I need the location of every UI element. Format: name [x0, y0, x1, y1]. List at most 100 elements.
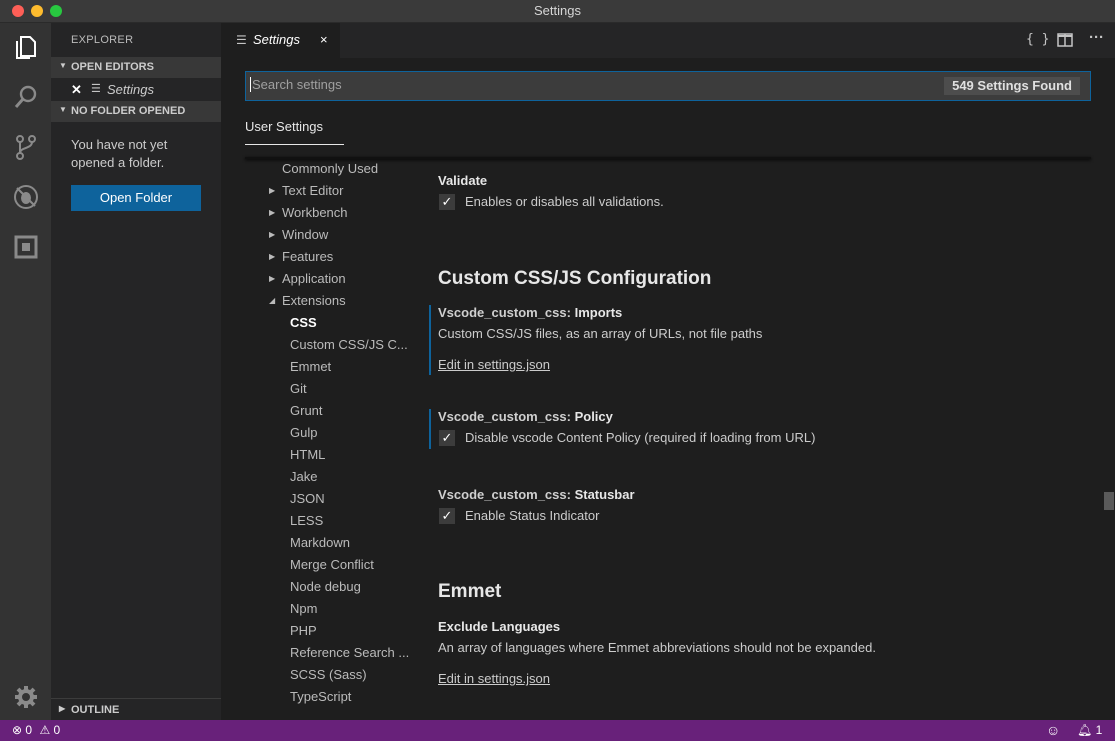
setting-policy-title: Vscode_custom_css: Policy: [438, 409, 613, 424]
open-settings-json-icon[interactable]: { }: [1026, 32, 1049, 47]
toc-features[interactable]: Features: [282, 249, 333, 264]
settings-file-icon: ☰: [91, 83, 101, 95]
edit-in-settings-json-link[interactable]: Edit in settings.json: [438, 357, 550, 372]
outline-section[interactable]: ▶ OUTLINE: [51, 698, 221, 721]
setting-policy-prefix: Vscode_custom_css:: [438, 409, 575, 424]
setting-statusbar-prefix: Vscode_custom_css:: [438, 487, 575, 502]
tab-close-icon[interactable]: ×: [320, 32, 328, 47]
scrollbar-thumb[interactable]: [1104, 492, 1114, 510]
status-bar: ⊗ 0 ⚠ 0 ☺ 🔔︎ 1: [0, 720, 1115, 741]
toc-ext-custom-css[interactable]: Custom CSS/JS C...: [290, 337, 408, 352]
toc-ext-less[interactable]: LESS: [290, 513, 323, 528]
search-input[interactable]: Search settings: [250, 77, 342, 92]
chevron-right-icon: ▶: [269, 186, 276, 195]
toc-ext-jake[interactable]: Jake: [290, 469, 317, 484]
open-folder-button[interactable]: Open Folder: [71, 185, 201, 211]
close-icon[interactable]: ✕: [71, 82, 82, 98]
toc-ext-grunt[interactable]: Grunt: [290, 403, 323, 418]
bell-icon: 🔔︎: [1077, 723, 1093, 737]
chevron-down-icon: ◢: [269, 296, 276, 305]
setting-imports-title: Vscode_custom_css: Imports: [438, 305, 622, 320]
toc-application[interactable]: Application: [282, 271, 346, 286]
debug-icon[interactable]: [12, 183, 40, 211]
notification-count: 1: [1095, 723, 1103, 737]
setting-imports-desc: Custom CSS/JS files, as an array of URLs…: [438, 326, 763, 341]
header-divider: [245, 157, 1091, 159]
toc-ext-reference-search[interactable]: Reference Search ...: [290, 645, 409, 660]
setting-policy-desc: Disable vscode Content Policy (required …: [465, 430, 816, 445]
setting-statusbar-name: Statusbar: [574, 487, 635, 502]
chevron-right-icon: ▶: [269, 252, 276, 261]
tab-user-settings[interactable]: User Settings: [245, 119, 323, 142]
feedback-smiley-icon[interactable]: ☺: [1046, 722, 1060, 738]
chevron-right-icon: ▶: [269, 208, 276, 217]
error-count: 0: [25, 723, 33, 737]
modified-indicator: [429, 305, 431, 375]
toc-ext-scss[interactable]: SCSS (Sass): [290, 667, 367, 682]
toc-extensions[interactable]: Extensions: [282, 293, 346, 308]
open-editors-section[interactable]: ▼ OPEN EDITORS: [51, 57, 221, 78]
title-bar: Settings: [0, 0, 1115, 23]
open-editor-label: Settings: [107, 82, 154, 97]
explorer-icon[interactable]: [12, 33, 40, 61]
toc-ext-merge-conflict[interactable]: Merge Conflict: [290, 557, 374, 572]
toc-ext-css[interactable]: CSS: [290, 315, 317, 330]
toc-ext-emmet[interactable]: Emmet: [290, 359, 331, 374]
open-editors-label: OPEN EDITORS: [71, 61, 154, 73]
notifications-item[interactable]: 🔔︎ 1: [1077, 723, 1102, 737]
setting-validate-desc: Enables or disables all validations.: [465, 194, 664, 209]
setting-validate-title: Validate: [438, 173, 488, 188]
toc-ext-node-debug[interactable]: Node debug: [290, 579, 361, 594]
chevron-down-icon: ▼: [59, 61, 67, 70]
user-settings-underline: [245, 144, 344, 145]
policy-checkbox[interactable]: ✓: [439, 430, 455, 446]
search-settings-box[interactable]: Search settings 549 Settings Found: [245, 71, 1091, 101]
chevron-right-icon: ▶: [269, 230, 276, 239]
no-folder-section[interactable]: ▼ NO FOLDER OPENED: [51, 101, 221, 122]
sidebar-title: EXPLORER: [71, 34, 134, 46]
setting-exclude-desc: An array of languages where Emmet abbrev…: [438, 640, 876, 655]
toc-ext-gulp[interactable]: Gulp: [290, 425, 317, 440]
toc-workbench[interactable]: Workbench: [282, 205, 348, 220]
toc-ext-html[interactable]: HTML: [290, 447, 325, 462]
statusbar-checkbox[interactable]: ✓: [439, 508, 455, 524]
open-editor-item[interactable]: ✕ ☰ Settings: [51, 79, 221, 101]
tab-label: Settings: [253, 32, 300, 47]
setting-exclude-title: Exclude Languages: [438, 619, 561, 634]
search-icon[interactable]: [12, 83, 40, 111]
settings-file-icon: ☰: [236, 33, 247, 47]
toc-ext-json[interactable]: JSON: [290, 491, 325, 506]
more-actions-icon[interactable]: ···: [1089, 29, 1104, 46]
warning-icon: ⚠: [39, 723, 51, 737]
toc-ext-markdown[interactable]: Markdown: [290, 535, 350, 550]
error-icon: ⊗: [12, 723, 23, 737]
toc-commonly-used[interactable]: Commonly Used: [282, 161, 378, 176]
explorer-sidebar: EXPLORER ▼ OPEN EDITORS ✕ ☰ Settings ▼ N…: [51, 23, 221, 721]
setting-policy-name: Policy: [574, 409, 613, 424]
settings-found-badge: 549 Settings Found: [944, 77, 1080, 95]
tab-settings[interactable]: ☰ Settings ×: [221, 23, 340, 58]
chevron-down-icon: ▼: [59, 105, 67, 114]
modified-indicator: [429, 409, 431, 449]
window-title: Settings: [534, 3, 581, 18]
settings-editor: Search settings 549 Settings Found User …: [221, 58, 1115, 720]
validate-checkbox[interactable]: ✓: [439, 194, 455, 210]
outline-label: OUTLINE: [71, 704, 120, 716]
toc-ext-typescript[interactable]: TypeScript: [290, 689, 351, 704]
no-folder-message: You have not yet opened a folder.: [71, 137, 168, 170]
gear-icon[interactable]: [12, 683, 40, 711]
toc-ext-php[interactable]: PHP: [290, 623, 317, 638]
group-heading-custom-css: Custom CSS/JS Configuration: [438, 268, 712, 289]
extensions-icon[interactable]: [12, 233, 40, 261]
setting-imports-name: Imports: [574, 305, 623, 320]
toc-ext-npm[interactable]: Npm: [290, 601, 317, 616]
toc-text-editor[interactable]: Text Editor: [282, 183, 343, 198]
toc-ext-git[interactable]: Git: [290, 381, 307, 396]
setting-statusbar-desc: Enable Status Indicator: [465, 508, 600, 523]
source-control-icon[interactable]: [12, 133, 40, 161]
chevron-right-icon: ▶: [59, 704, 66, 713]
errors-item[interactable]: ⊗ 0 ⚠ 0: [12, 723, 60, 737]
toc-window[interactable]: Window: [282, 227, 328, 242]
split-editor-icon[interactable]: [1057, 33, 1073, 47]
edit-in-settings-json-link[interactable]: Edit in settings.json: [438, 671, 550, 686]
